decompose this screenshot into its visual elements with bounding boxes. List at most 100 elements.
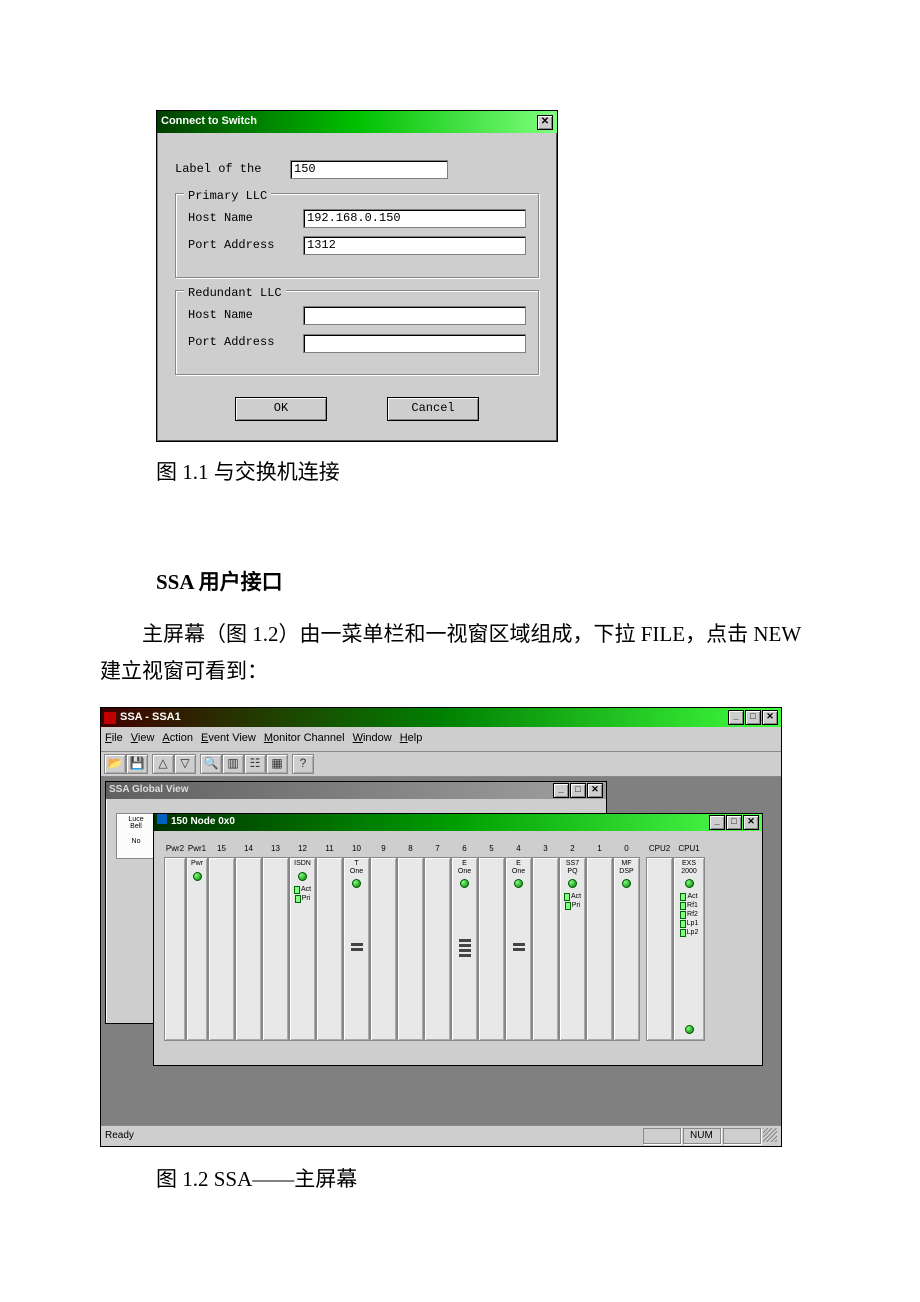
ssa-main-window: SSA - SSA1 _ □ ✕ File View Action Event … (100, 707, 782, 1147)
connect-to-switch-dialog: Connect to Switch ✕ Label of the 150 Pri… (156, 110, 558, 442)
led-green-icon (352, 879, 361, 888)
primary-port-input[interactable]: 1312 (303, 236, 526, 255)
down-icon[interactable]: ▽ (174, 754, 196, 774)
primary-host-label: Host Name (188, 208, 303, 230)
menu-help[interactable]: Help (400, 729, 423, 749)
slot-cpu2[interactable]: CPU2 (646, 857, 673, 1041)
led-green-icon (685, 879, 694, 888)
node-title: 150 Node 0x0 (171, 816, 235, 827)
slot-8[interactable]: 8 (397, 857, 424, 1041)
slot-9[interactable]: 9 (370, 857, 397, 1041)
minimize-icon[interactable]: _ (728, 710, 744, 725)
slot-cpu1-exs2000[interactable]: CPU1EXS 2000ActRf1Rf2Lp1Lp2 (673, 857, 705, 1041)
resize-grip-icon[interactable] (763, 1128, 777, 1142)
led-green-icon (514, 879, 523, 888)
grid-icon[interactable]: ▦ (266, 754, 288, 774)
redundant-host-input[interactable] (303, 306, 526, 325)
redundant-llc-group: Redundant LLC Host Name Port Address (175, 290, 539, 375)
led-green-icon (193, 872, 202, 881)
status-num: NUM (683, 1128, 721, 1144)
dialog-title: Connect to Switch (161, 112, 257, 132)
led-green-icon (622, 879, 631, 888)
port-icon (351, 943, 363, 946)
slot-11[interactable]: 11 (316, 857, 343, 1041)
maximize-icon[interactable]: □ (726, 815, 742, 830)
slot-2-ss7pq[interactable]: 2SS7 PQActPri (559, 857, 586, 1041)
slot-pwr2[interactable]: Pwr2 (164, 857, 186, 1041)
slot-5[interactable]: 5 (478, 857, 505, 1041)
close-icon[interactable]: ✕ (587, 783, 603, 798)
label-of-the-input[interactable]: 150 (290, 160, 448, 179)
primary-port-label: Port Address (188, 235, 303, 257)
slot-10-tone[interactable]: 10T One (343, 857, 370, 1041)
cancel-button[interactable]: Cancel (387, 397, 479, 421)
toolbar: 📂 💾 △ ▽ 🔍 ▥ ☷ ▦ ? (101, 752, 781, 777)
menu-file[interactable]: File (105, 729, 123, 749)
port-icon (513, 943, 525, 946)
slot-0-mfdsp[interactable]: 0MF DSP (613, 857, 640, 1041)
status-cell (723, 1128, 761, 1144)
slot-3[interactable]: 3 (532, 857, 559, 1041)
slot-13[interactable]: 13 (262, 857, 289, 1041)
primary-llc-legend: Primary LLC (184, 186, 271, 208)
led-green-icon (685, 1025, 694, 1034)
minimize-icon[interactable]: _ (709, 815, 725, 830)
global-view-title: SSA Global View (109, 781, 188, 799)
port-icon (459, 949, 471, 952)
status-ready: Ready (105, 1127, 134, 1145)
close-icon[interactable]: ✕ (743, 815, 759, 830)
open-icon[interactable]: 📂 (104, 754, 126, 774)
slot-4-eone[interactable]: 4E One (505, 857, 532, 1041)
port-icon (459, 939, 471, 942)
led-green-icon (568, 879, 577, 888)
port-icon (459, 944, 471, 947)
menu-event-view[interactable]: Event View (201, 729, 256, 749)
label-of-the-label: Label of the (175, 159, 290, 181)
minimize-icon[interactable]: _ (553, 783, 569, 798)
status-cell (643, 1128, 681, 1144)
paragraph-1: 主屏幕（图 1.2）由一菜单栏和一视窗区域组成，下拉 FILE，点击 NEW 建… (100, 616, 820, 692)
global-switch-thumb[interactable]: LuceBellNo (116, 813, 156, 859)
up-icon[interactable]: △ (152, 754, 174, 774)
chassis: Pwr2 Pwr1Pwr 15 14 13 12ISDNActPri 11 10… (164, 857, 752, 1047)
help-icon[interactable]: ? (292, 754, 314, 774)
node-icon (157, 814, 167, 824)
maximize-icon[interactable]: □ (745, 710, 761, 725)
columns-icon[interactable]: ▥ (222, 754, 244, 774)
slot-15[interactable]: 15 (208, 857, 235, 1041)
figure-1-1-caption: 图 1.1 与交换机连接 (156, 454, 820, 492)
led-green-icon (298, 872, 307, 881)
led-green-icon (460, 879, 469, 888)
slot-1[interactable]: 1 (586, 857, 613, 1041)
ok-button[interactable]: OK (235, 397, 327, 421)
menu-window[interactable]: Window (353, 729, 392, 749)
redundant-host-label: Host Name (188, 305, 303, 327)
dialog-titlebar: Connect to Switch ✕ (157, 111, 557, 133)
close-icon[interactable]: ✕ (762, 710, 778, 725)
redundant-port-input[interactable] (303, 334, 526, 353)
close-icon[interactable]: ✕ (537, 115, 553, 130)
menu-monitor-channel[interactable]: Monitor Channel (264, 729, 345, 749)
slot-14[interactable]: 14 (235, 857, 262, 1041)
slot-12-isdn[interactable]: 12ISDNActPri (289, 857, 316, 1041)
slot-6-eone[interactable]: 6E One (451, 857, 478, 1041)
tree-icon[interactable]: ☷ (244, 754, 266, 774)
app-titlebar: SSA - SSA1 _ □ ✕ (101, 708, 781, 727)
primary-host-input[interactable]: 192.168.0.150 (303, 209, 526, 228)
port-icon (459, 954, 471, 957)
app-title: SSA - SSA1 (120, 708, 181, 728)
redundant-port-label: Port Address (188, 332, 303, 354)
figure-1-2-caption: 图 1.2 SSA——主屏幕 (156, 1161, 820, 1199)
maximize-icon[interactable]: □ (570, 783, 586, 798)
slot-pwr1[interactable]: Pwr1Pwr (186, 857, 208, 1041)
mdi-client-area: SSA Global View _ □ ✕ LuceBellNo 150 Nod… (101, 777, 781, 1125)
menubar: File View Action Event View Monitor Chan… (101, 727, 781, 752)
menu-view[interactable]: View (131, 729, 155, 749)
redundant-llc-legend: Redundant LLC (184, 283, 286, 305)
save-icon[interactable]: 💾 (126, 754, 148, 774)
slot-7[interactable]: 7 (424, 857, 451, 1041)
port-icon (351, 948, 363, 951)
port-icon (513, 948, 525, 951)
find-icon[interactable]: 🔍 (200, 754, 222, 774)
menu-action[interactable]: Action (162, 729, 193, 749)
